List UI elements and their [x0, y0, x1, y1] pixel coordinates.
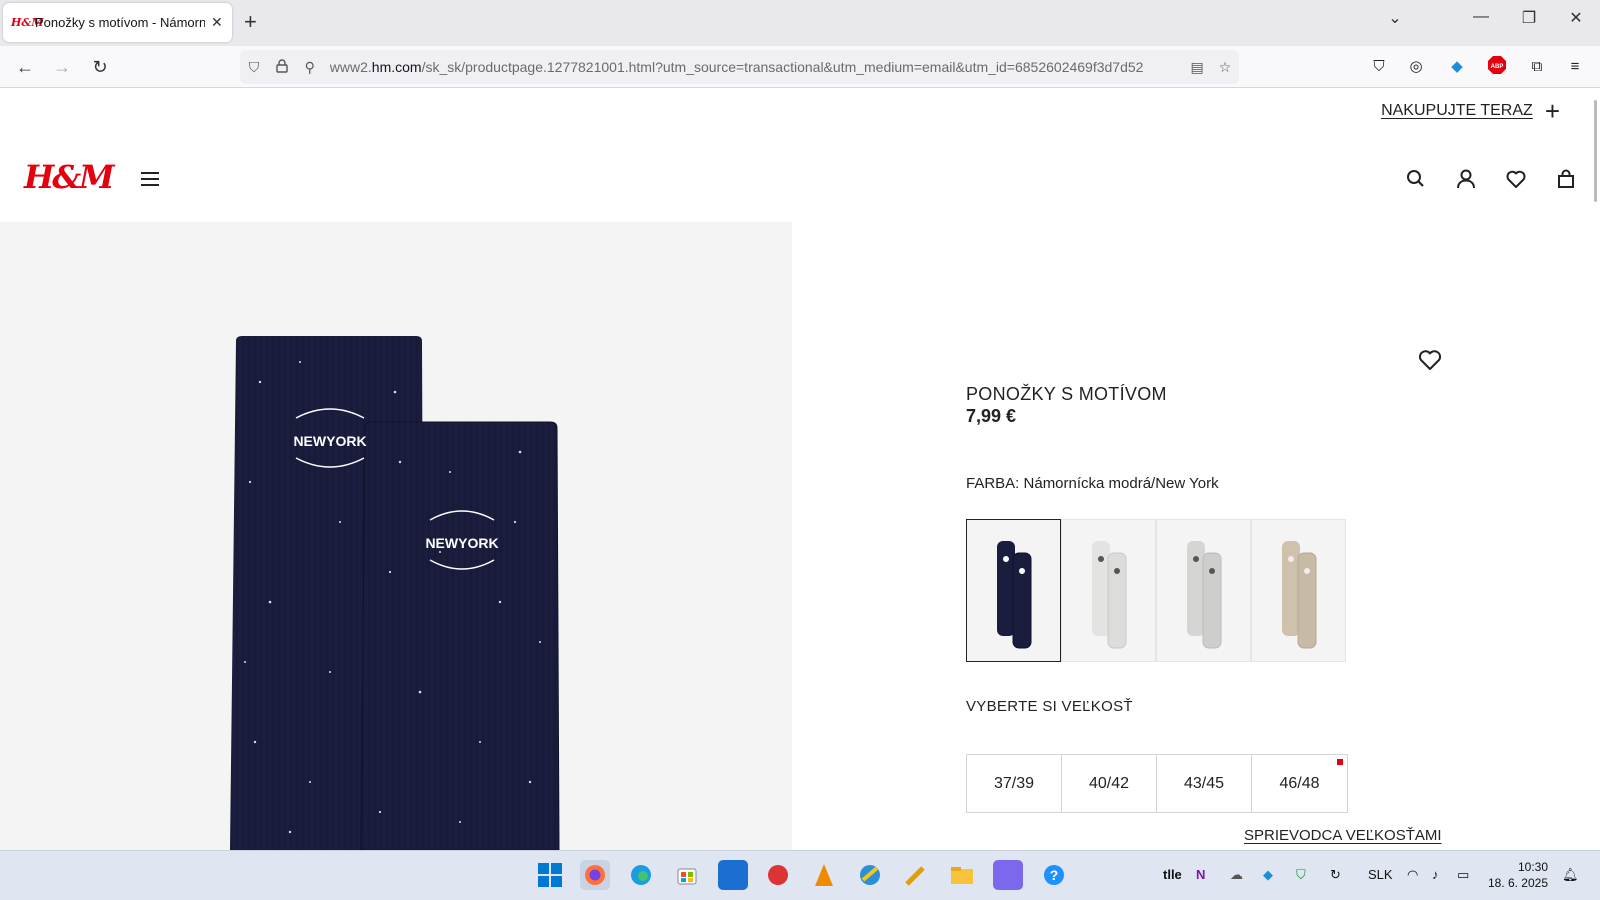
reload-button[interactable]: ↻ — [86, 55, 114, 79]
back-button[interactable]: ← — [11, 55, 39, 79]
shopping-bag-icon[interactable] — [1551, 164, 1581, 194]
browser-nav-bar: ← → ↻ ⛉ ⚲ www2.hm.com/sk_sk/productpage.… — [0, 46, 1600, 88]
app-menu-icon[interactable]: ≡ — [1562, 55, 1588, 79]
account-icon[interactable]: ◎ — [1403, 55, 1429, 79]
swatch-light-grey[interactable] — [1061, 519, 1156, 662]
extension-bird-icon[interactable]: ◆ — [1444, 55, 1470, 79]
page-scrollbar[interactable] — [1594, 100, 1597, 202]
embroidery-text-2: NEWYORK — [425, 535, 498, 551]
edge-icon[interactable] — [626, 860, 656, 890]
tray-app-text[interactable]: tlle — [1163, 867, 1182, 882]
socks-illustration: NEWYORK NEWYORK — [230, 336, 560, 850]
size-option-label: 46/48 — [1279, 774, 1320, 792]
app-blue-yellow-icon[interactable] — [855, 860, 885, 890]
permissions-icon[interactable]: ⚲ — [296, 59, 324, 76]
embroidery-text-1: NEWYORK — [293, 433, 366, 449]
pdf-app-icon[interactable] — [763, 860, 793, 890]
product-name: PONOŽKY S MOTÍVOM — [966, 384, 1167, 404]
windows-taskbar: ? tlle N ☁ ◆ ⛉ ↻ SLK ◠ ♪ ▭ 10:30 18. 6. … — [0, 850, 1600, 900]
reader-view-icon[interactable]: ▤ — [1183, 59, 1211, 76]
swatch-navy[interactable] — [966, 519, 1061, 662]
add-to-favorites-heart-icon[interactable] — [1416, 347, 1444, 373]
size-selector: 37/39 40/42 43/45 46/48 — [966, 754, 1348, 813]
firefox-icon[interactable] — [580, 860, 610, 890]
pocket-icon[interactable]: ⛉ — [1366, 55, 1392, 79]
plus-icon: + — [1544, 96, 1560, 126]
clock[interactable]: 10:30 18. 6. 2025 — [1488, 859, 1548, 891]
onenote-icon[interactable]: N — [1196, 867, 1205, 882]
browser-tab[interactable]: H&M Ponožky s motívom - Námornícka ✕ — [3, 3, 232, 42]
language-indicator[interactable]: SLK — [1368, 867, 1393, 882]
url-text[interactable]: www2.hm.com/sk_sk/productpage.1277821001… — [330, 59, 1177, 75]
notification-bell-icon[interactable]: 🔔︎ — [1562, 867, 1579, 883]
menu-hamburger-icon[interactable] — [141, 172, 159, 190]
battery-icon[interactable]: ▭ — [1457, 867, 1469, 883]
favorites-heart-icon[interactable] — [1501, 164, 1531, 194]
hm-logo[interactable]: H&M — [24, 158, 115, 196]
search-icon[interactable] — [1401, 164, 1431, 194]
low-stock-indicator — [1337, 759, 1343, 765]
size-option[interactable]: 37/39 — [967, 755, 1062, 812]
myhp-icon[interactable] — [718, 860, 748, 890]
new-tab-button[interactable]: + — [244, 10, 257, 34]
bookmark-star-icon[interactable]: ☆ — [1211, 59, 1239, 76]
onedrive-cloud-icon[interactable]: ☁ — [1230, 867, 1243, 883]
swatch-grey[interactable] — [1156, 519, 1251, 662]
size-option[interactable]: 40/42 — [1062, 755, 1157, 812]
file-explorer-icon[interactable] — [947, 860, 977, 890]
hm-favicon-icon: H&M — [11, 16, 44, 29]
restore-button[interactable]: ❐ — [1514, 8, 1544, 28]
shield-icon[interactable]: ⛉ — [240, 59, 268, 76]
close-tab-icon[interactable]: ✕ — [211, 14, 223, 31]
size-label: VYBERTE SI VEĽKOSŤ — [966, 698, 1133, 715]
product-image[interactable]: NEWYORK NEWYORK — [0, 222, 792, 850]
size-option[interactable]: 43/45 — [1157, 755, 1252, 812]
url-bar[interactable]: ⛉ ⚲ www2.hm.com/sk_sk/productpage.127782… — [240, 50, 1239, 84]
product-price: 7,99 € — [966, 406, 1017, 426]
web-page: NAKUPUJTE TERAZ + H&M NEWYORK NEWYORK PO… — [0, 88, 1600, 850]
account-user-icon[interactable] — [1451, 164, 1481, 194]
color-label: FARBA: Námornícka modrá/New York — [966, 475, 1219, 492]
forward-button[interactable]: → — [48, 55, 76, 79]
clock-time: 10:30 — [1517, 860, 1548, 874]
help-icon[interactable]: ? — [1039, 860, 1069, 890]
extensions-puzzle-icon[interactable]: ⧉ — [1524, 55, 1550, 79]
tab-title: Ponožky s motívom - Námornícka — [35, 15, 205, 30]
extension-tray-icon[interactable]: ◆ — [1263, 867, 1273, 883]
svg-text:ABP: ABP — [1491, 64, 1504, 70]
color-swatches — [966, 519, 1346, 662]
tab-list-chevron-icon[interactable]: ⌄ — [1380, 8, 1410, 28]
app-purple-icon[interactable] — [993, 860, 1023, 890]
wifi-icon[interactable]: ◠ — [1407, 867, 1418, 883]
clock-date: 18. 6. 2025 — [1487, 876, 1548, 890]
lock-icon[interactable] — [268, 58, 296, 76]
minimize-button[interactable]: — — [1466, 8, 1496, 26]
shop-now-link[interactable]: NAKUPUJTE TERAZ + — [1381, 96, 1560, 126]
microsoft-store-icon[interactable] — [672, 860, 702, 890]
swatch-beige[interactable] — [1251, 519, 1346, 662]
size-option-with-badge[interactable]: 46/48 — [1252, 755, 1347, 812]
browser-tab-bar: H&M Ponožky s motívom - Námornícka ✕ + ⌄… — [0, 0, 1600, 46]
size-guide-link[interactable]: SPRIEVODCA VEĽKOSŤAMI — [1244, 827, 1442, 844]
adblock-plus-icon[interactable]: ABP — [1484, 55, 1510, 79]
pen-app-icon[interactable] — [901, 860, 931, 890]
close-window-button[interactable]: ✕ — [1561, 8, 1591, 28]
vlc-icon[interactable] — [809, 860, 839, 890]
windows-start-icon[interactable] — [535, 860, 565, 890]
security-shield-icon[interactable]: ⛉ — [1296, 867, 1306, 883]
volume-icon[interactable]: ♪ — [1432, 867, 1439, 882]
sync-icon[interactable]: ↻ — [1330, 867, 1341, 883]
svg-text:?: ? — [1050, 867, 1059, 883]
